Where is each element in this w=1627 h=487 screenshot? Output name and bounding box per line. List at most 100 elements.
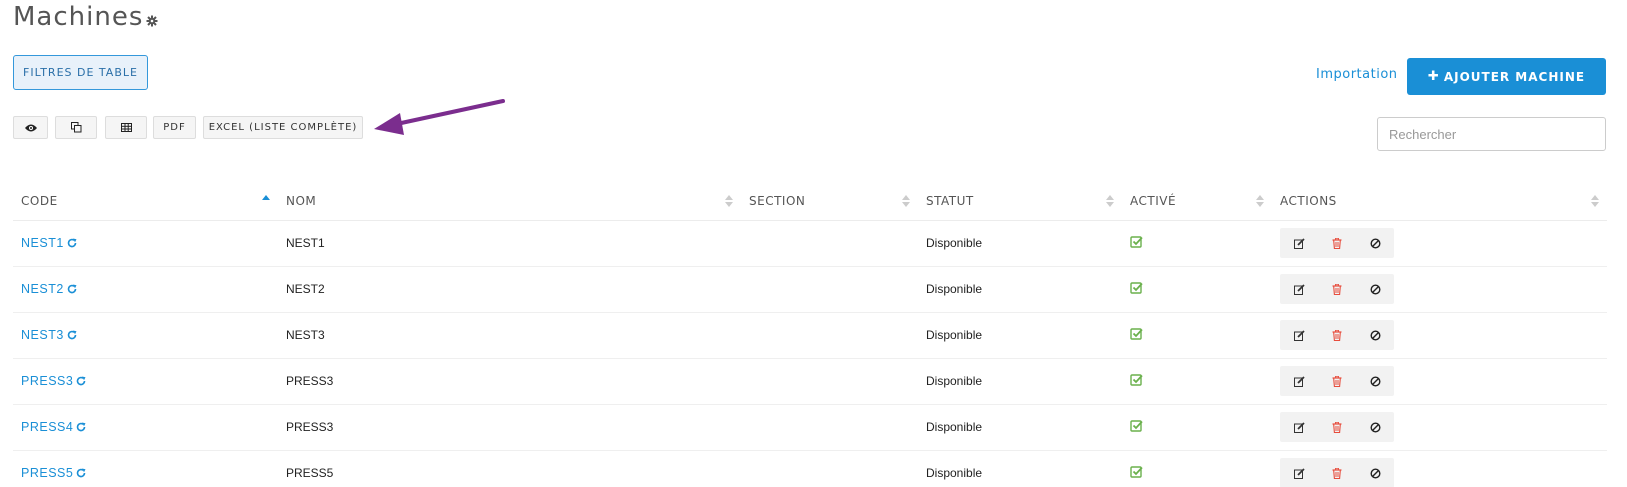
refresh-icon[interactable] — [67, 330, 77, 340]
edit-button[interactable] — [1280, 412, 1318, 442]
cell-code: PRESS5 — [13, 450, 278, 487]
delete-button[interactable] — [1318, 274, 1356, 304]
cell-nom: PRESS3 — [278, 404, 741, 451]
refresh-icon[interactable] — [76, 376, 86, 386]
ban-icon — [1369, 467, 1381, 479]
cell-statut: Disponible — [918, 266, 1122, 313]
column-header-actions[interactable]: ACTIONS — [1272, 183, 1607, 221]
column-header-label: NOM — [286, 194, 317, 209]
delete-button[interactable] — [1318, 412, 1356, 442]
refresh-icon[interactable] — [67, 284, 77, 294]
copy-icon — [70, 122, 81, 133]
row-actions — [1280, 274, 1394, 304]
table-row: PRESS3 PRESS3 Disponible — [13, 358, 1607, 405]
cell-code: PRESS3 — [13, 358, 278, 405]
edit-button[interactable] — [1280, 458, 1318, 487]
copy-button[interactable] — [55, 116, 97, 139]
table-icon — [120, 123, 132, 132]
column-header-active[interactable]: ACTIVÉ — [1122, 183, 1272, 221]
add-machine-label: AJOUTER MACHINE — [1443, 69, 1586, 84]
table-row: NEST3 NEST3 Disponible — [13, 312, 1607, 359]
cell-section — [741, 312, 918, 359]
table-row: PRESS4 PRESS3 Disponible — [13, 404, 1607, 451]
sort-icon — [902, 195, 910, 207]
cell-nom: NEST1 — [278, 220, 741, 267]
cell-nom: NEST3 — [278, 312, 741, 359]
pdf-export-button[interactable]: PDF — [153, 116, 196, 139]
edit-icon — [1293, 421, 1305, 433]
column-header-label: ACTIONS — [1280, 194, 1337, 209]
disable-button[interactable] — [1356, 412, 1394, 442]
edit-button[interactable] — [1280, 228, 1318, 258]
gear-icon[interactable] — [146, 15, 158, 27]
plus-icon: ✚ — [1427, 69, 1440, 84]
column-header-label: STATUT — [926, 194, 974, 209]
machine-code-link[interactable]: PRESS5 — [21, 466, 73, 480]
edit-icon — [1293, 329, 1305, 341]
disable-button[interactable] — [1356, 320, 1394, 350]
delete-button[interactable] — [1318, 366, 1356, 396]
excel-export-button[interactable]: EXCEL (LISTE COMPLÈTE) — [203, 116, 363, 139]
row-actions — [1280, 320, 1394, 350]
check-square-icon — [1130, 236, 1143, 248]
refresh-icon[interactable] — [76, 468, 86, 478]
add-machine-button[interactable]: ✚ AJOUTER MACHINE — [1407, 58, 1606, 95]
disable-button[interactable] — [1356, 366, 1394, 396]
disable-button[interactable] — [1356, 228, 1394, 258]
column-header-section[interactable]: SECTION — [741, 183, 918, 221]
cell-active — [1122, 358, 1272, 405]
edit-button[interactable] — [1280, 366, 1318, 396]
row-actions — [1280, 366, 1394, 396]
machine-code-link[interactable]: PRESS4 — [21, 420, 73, 434]
column-header-nom[interactable]: NOM — [278, 183, 741, 221]
table-export-button[interactable] — [105, 116, 147, 139]
edit-icon — [1293, 375, 1305, 387]
cell-actions — [1272, 266, 1607, 313]
sort-icon — [1256, 195, 1264, 207]
column-visibility-button[interactable] — [13, 116, 48, 139]
machine-code-link[interactable]: PRESS3 — [21, 374, 73, 388]
page-title-text: Machines — [13, 2, 144, 32]
column-header-label: CODE — [21, 194, 58, 209]
machine-code-link[interactable]: NEST2 — [21, 282, 64, 296]
refresh-icon[interactable] — [76, 422, 86, 432]
cell-active — [1122, 266, 1272, 313]
delete-button[interactable] — [1318, 228, 1356, 258]
delete-button[interactable] — [1318, 320, 1356, 350]
ban-icon — [1369, 283, 1381, 295]
table-row: PRESS5 PRESS5 Disponible — [13, 450, 1607, 487]
cell-nom: NEST2 — [278, 266, 741, 313]
cell-actions — [1272, 404, 1607, 451]
refresh-icon[interactable] — [67, 238, 77, 248]
eye-icon — [24, 124, 37, 131]
cell-code: NEST1 — [13, 220, 278, 267]
import-link[interactable]: Importation — [1316, 67, 1398, 82]
row-actions — [1280, 458, 1394, 487]
ban-icon — [1369, 375, 1381, 387]
cell-active — [1122, 312, 1272, 359]
sort-icon — [1106, 195, 1114, 207]
cell-actions — [1272, 312, 1607, 359]
cell-statut: Disponible — [918, 312, 1122, 359]
cell-code: NEST3 — [13, 312, 278, 359]
cell-section — [741, 404, 918, 451]
search-input[interactable] — [1377, 117, 1606, 151]
sort-icon — [725, 195, 733, 207]
delete-button[interactable] — [1318, 458, 1356, 487]
cell-section — [741, 220, 918, 267]
cell-active — [1122, 220, 1272, 267]
trash-icon — [1332, 283, 1342, 295]
edit-button[interactable] — [1280, 274, 1318, 304]
machine-code-link[interactable]: NEST1 — [21, 236, 64, 250]
column-header-statut[interactable]: STATUT — [918, 183, 1122, 221]
edit-icon — [1293, 283, 1305, 295]
edit-button[interactable] — [1280, 320, 1318, 350]
disable-button[interactable] — [1356, 458, 1394, 487]
table-filters-button[interactable]: FILTRES DE TABLE — [13, 55, 148, 90]
machine-code-link[interactable]: NEST3 — [21, 328, 64, 342]
column-header-code[interactable]: CODE — [13, 183, 278, 221]
column-header-label: ACTIVÉ — [1130, 194, 1177, 209]
cell-section — [741, 358, 918, 405]
cell-active — [1122, 404, 1272, 451]
disable-button[interactable] — [1356, 274, 1394, 304]
